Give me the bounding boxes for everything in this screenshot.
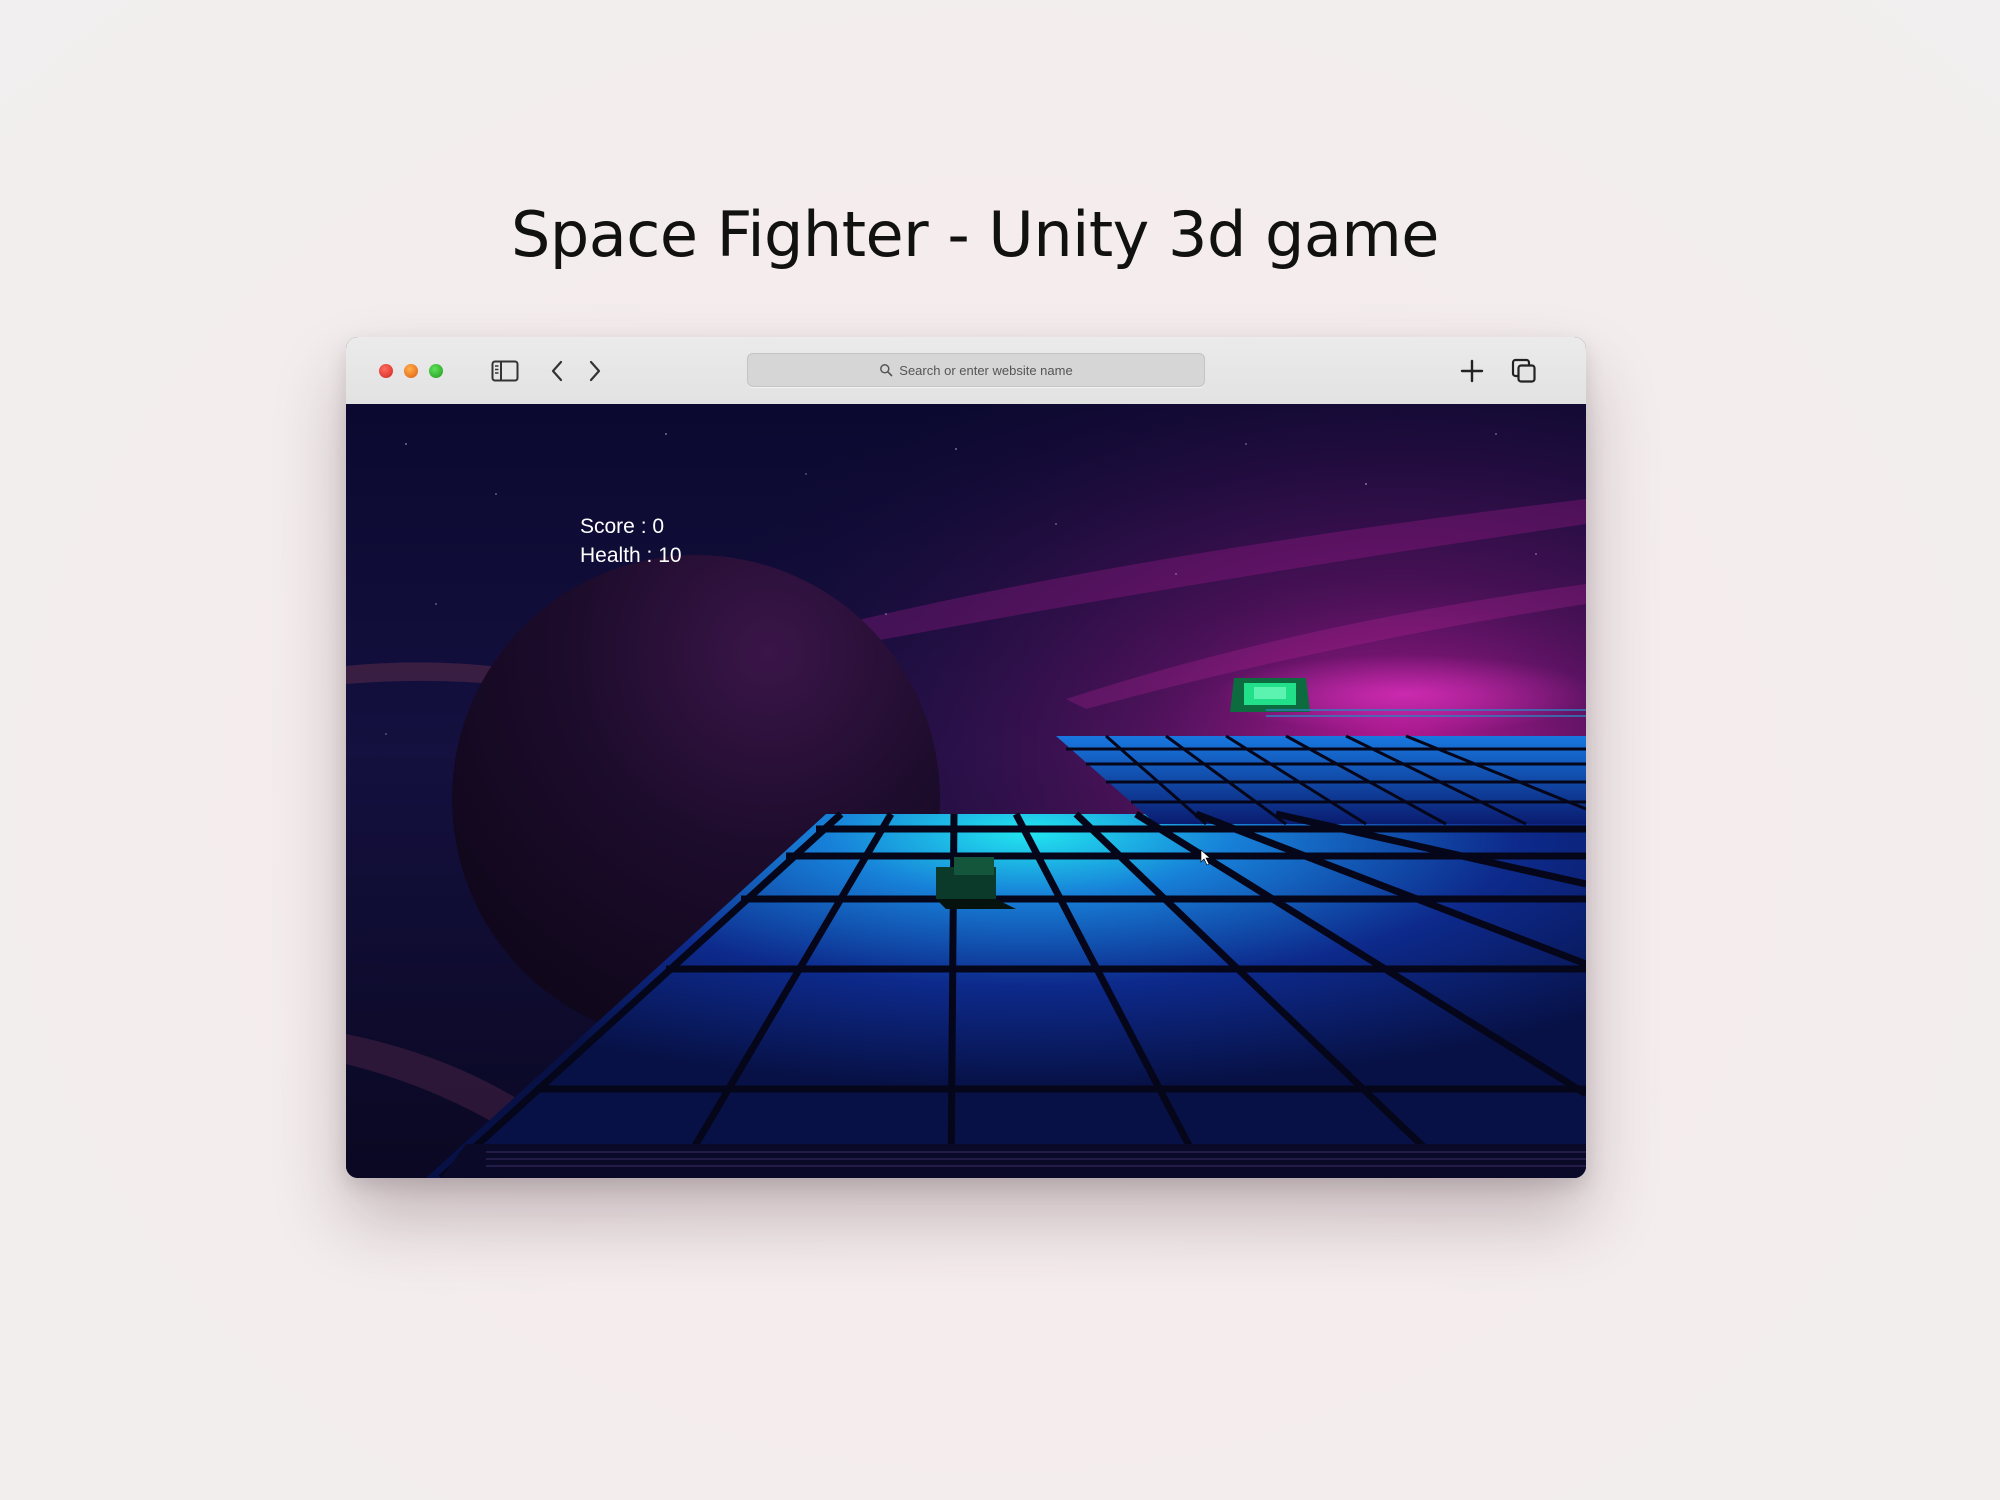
game-hud: Score : 0 Health : 10	[580, 512, 682, 570]
powerup-block	[1230, 678, 1310, 712]
close-window-button[interactable]	[379, 364, 393, 378]
chevron-left-icon[interactable]	[542, 357, 572, 385]
search-icon	[879, 363, 893, 377]
game-viewport[interactable]: Score : 0 Health : 10	[346, 404, 1586, 1178]
page-title: Space Fighter - Unity 3d game	[511, 198, 1439, 271]
address-placeholder: Search or enter website name	[899, 362, 1073, 378]
address-bar[interactable]: Search or enter website name	[747, 353, 1205, 387]
browser-window: Search or enter website name Score: 0 H…	[346, 337, 1586, 1178]
browser-toolbar: Search or enter website name	[346, 337, 1586, 405]
game-scene	[346, 404, 1586, 1178]
plus-icon[interactable]	[1457, 357, 1487, 385]
chevron-right-icon[interactable]	[580, 357, 610, 385]
health-label: Health : 10	[580, 544, 682, 567]
minimize-window-button[interactable]	[404, 364, 418, 378]
sidebar-icon[interactable]	[490, 357, 520, 385]
score-label: Score : 0	[580, 515, 665, 538]
tabs-overview-icon[interactable]	[1509, 357, 1539, 385]
maximize-window-button[interactable]	[429, 364, 443, 378]
